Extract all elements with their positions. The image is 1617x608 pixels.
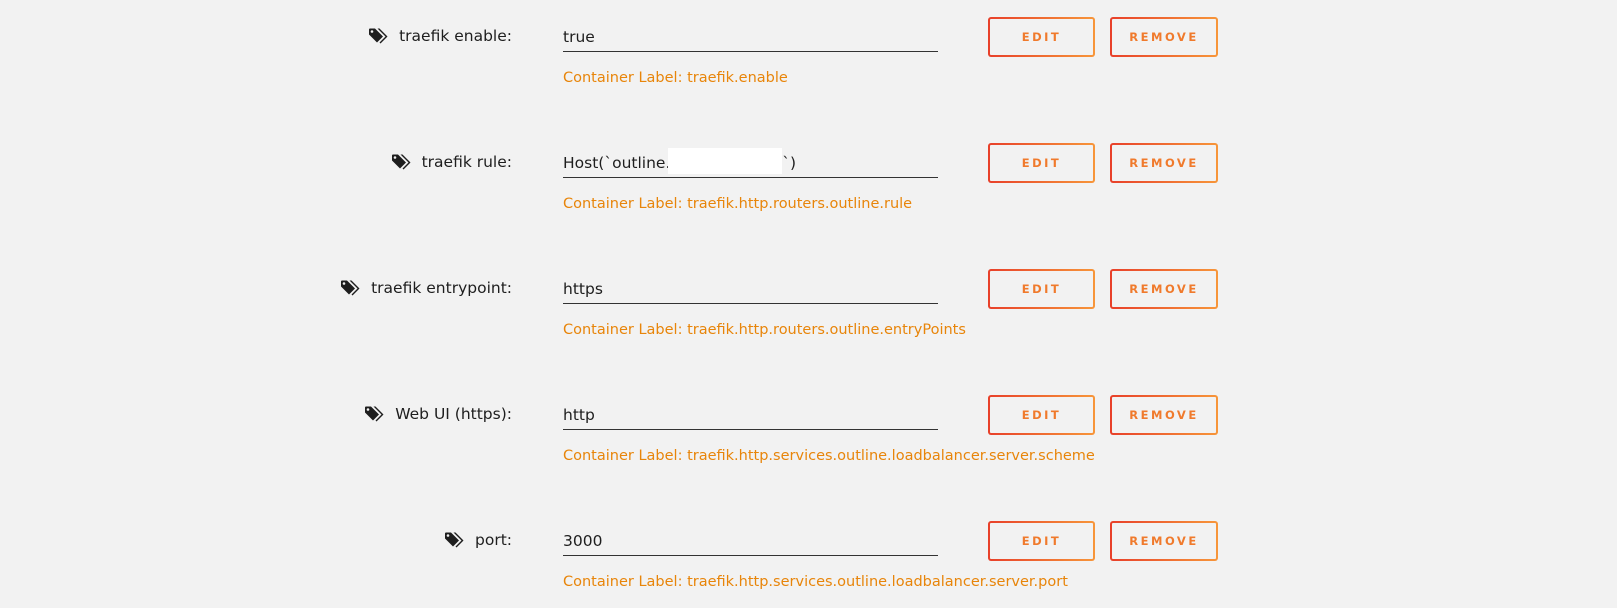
container-label-hint: Container Label: traefik.enable (563, 70, 788, 86)
edit-button[interactable]: EDIT (988, 17, 1095, 57)
field-label-group: traefik enable: (369, 22, 512, 50)
field-label: Web UI (https): (395, 405, 512, 423)
field-row-traefik-rule: traefik rule: Container Label: traefik.h… (0, 126, 1617, 236)
field-value-input[interactable] (563, 274, 938, 304)
field-label-group: traefik entrypoint: (341, 274, 512, 302)
edit-button[interactable]: EDIT (988, 395, 1095, 435)
remove-button[interactable]: REMOVE (1110, 269, 1218, 309)
remove-button[interactable]: REMOVE (1110, 395, 1218, 435)
remove-button[interactable]: REMOVE (1110, 17, 1218, 57)
field-label-group: Web UI (https): (365, 400, 512, 428)
field-label: port: (475, 531, 512, 549)
field-label-group: traefik rule: (391, 148, 512, 176)
tags-icon (391, 154, 412, 170)
redacted-text-block (668, 148, 782, 174)
tags-icon (341, 280, 361, 296)
tags-icon (365, 406, 385, 422)
field-row-traefik-enable: traefik enable: Container Label: traefik… (0, 0, 1617, 110)
edit-button[interactable]: EDIT (988, 521, 1095, 561)
edit-button[interactable]: EDIT (988, 143, 1095, 183)
field-label: traefik entrypoint: (371, 279, 512, 297)
field-row-web-ui: Web UI (https): Container Label: traefik… (0, 378, 1617, 488)
edit-button[interactable]: EDIT (988, 269, 1095, 309)
field-row-traefik-entrypoint: traefik entrypoint: Container Label: tra… (0, 252, 1617, 362)
field-label-group: port: (445, 526, 512, 554)
container-label-hint: Container Label: traefik.http.services.o… (563, 574, 1068, 590)
field-row-port: port: Container Label: traefik.http.serv… (0, 504, 1617, 608)
container-labels-form: traefik enable: Container Label: traefik… (0, 0, 1617, 608)
tags-icon (369, 28, 389, 44)
container-label-hint: Container Label: traefik.http.services.o… (563, 448, 1095, 464)
tags-icon (445, 532, 465, 548)
field-label: traefik rule: (421, 153, 512, 171)
field-value-input[interactable] (563, 400, 938, 430)
field-label: traefik enable: (399, 27, 512, 45)
remove-button[interactable]: REMOVE (1110, 521, 1218, 561)
field-value-input[interactable] (563, 526, 938, 556)
remove-button[interactable]: REMOVE (1110, 143, 1218, 183)
container-label-hint: Container Label: traefik.http.routers.ou… (563, 322, 966, 338)
container-label-hint: Container Label: traefik.http.routers.ou… (563, 196, 913, 212)
field-value-input[interactable] (563, 22, 938, 52)
